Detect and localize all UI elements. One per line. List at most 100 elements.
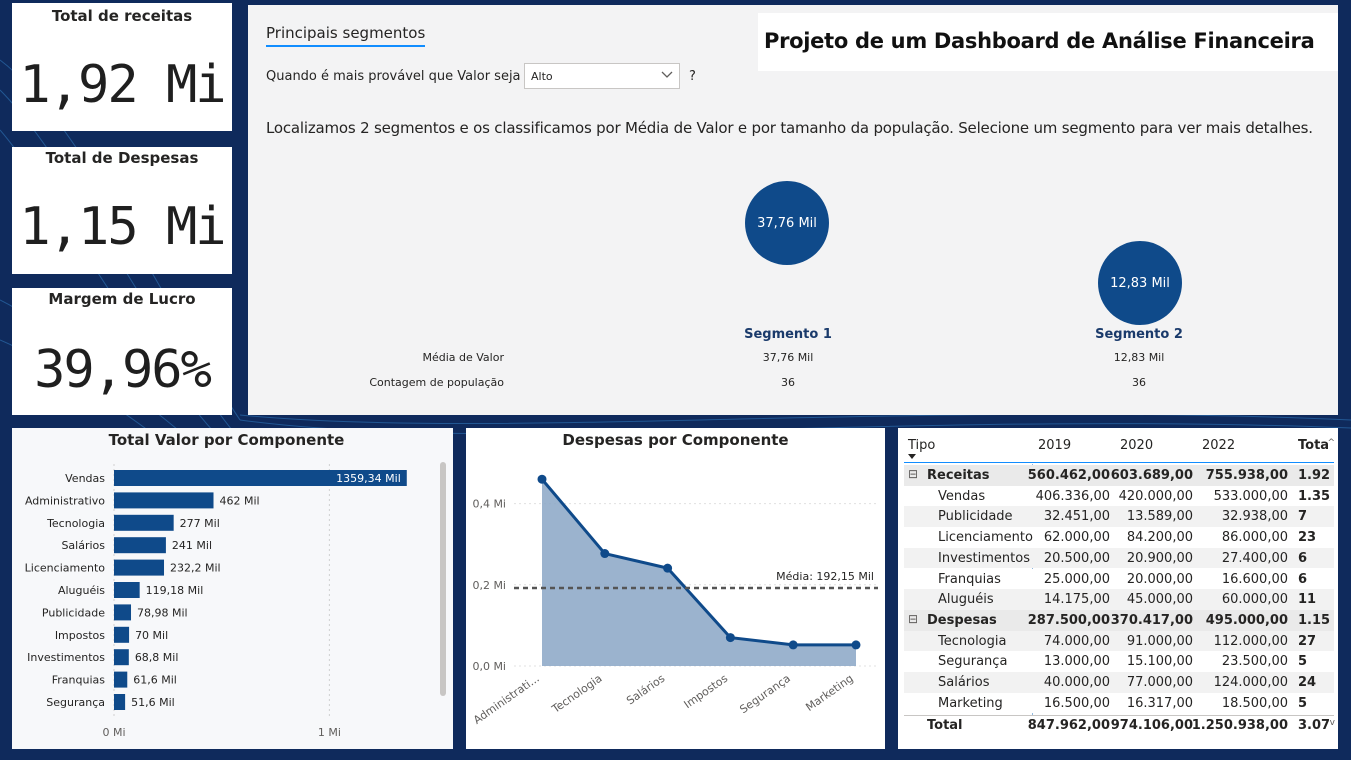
table-cell: 755.938,00 <box>1205 468 1288 483</box>
report-title: Projeto de um Dashboard de Análise Finan… <box>764 29 1315 53</box>
scrollbar-thumb[interactable] <box>440 462 446 696</box>
table-cell: 13.589,00 <box>1126 509 1193 525</box>
table-cell: 20.000,00 <box>1126 571 1193 587</box>
data-point <box>725 633 735 643</box>
scroll-up-icon[interactable]: ^ <box>1327 438 1335 448</box>
table-cell: 62.000,00 <box>1043 530 1110 546</box>
column-header: 2020 <box>1120 438 1154 453</box>
bar <box>114 492 214 509</box>
data-point <box>788 640 798 650</box>
table-cell: 15.100,00 <box>1126 654 1193 670</box>
table-cell: 16.317,00 <box>1126 695 1193 711</box>
row-label-contagem: Contagem de população <box>369 376 504 389</box>
total-cell: 3.07 <box>1298 718 1331 734</box>
kpi-value: 1,92 Mi <box>19 55 226 115</box>
data-label: 277 Mil <box>180 517 220 530</box>
table-cell: 24 <box>1298 675 1317 690</box>
table-cell: 45.000,00 <box>1126 592 1193 608</box>
table-cell: 13.000,00 <box>1043 654 1110 670</box>
table-cell: 1.35 <box>1298 488 1331 504</box>
kpi-title: Total de receitas <box>51 7 193 25</box>
row-label: Investimentos <box>938 550 1030 566</box>
data-label: 68,8 Mil <box>135 651 179 664</box>
segment-1-media: 37,76 Mil <box>762 351 814 364</box>
tab-principais-segmentos[interactable]: Principais segmentos <box>266 24 426 47</box>
table-cell: 27 <box>1298 633 1317 649</box>
segments-description: Localizamos 2 segmentos e os classificam… <box>266 119 1313 137</box>
scroll-down-icon[interactable]: v <box>1330 718 1335 728</box>
row-label: Salários <box>938 675 990 690</box>
table-cell: 23.500,00 <box>1221 654 1288 670</box>
segment-1-name[interactable]: Segmento 1 <box>728 327 848 342</box>
category-label: Tecnologia <box>46 517 105 530</box>
table-cell: 16.600,00 <box>1221 571 1288 587</box>
segment-1-contagem: 36 <box>781 376 795 389</box>
column-header: Tipo <box>908 438 936 453</box>
x-tick-label: Marketing <box>803 672 855 714</box>
y-tick-label: 0,2 Mi <box>472 579 506 592</box>
bar <box>114 582 140 598</box>
kpi-title: Margem de Lucro <box>48 290 196 308</box>
category-label: Impostos <box>55 629 105 642</box>
category-label: Vendas <box>65 472 105 485</box>
kpi-value: 1,15 Mi <box>19 197 226 257</box>
table-cell: 495.000,00 <box>1205 612 1288 628</box>
segment-2-bubble[interactable]: 12,83 Mil <box>1098 241 1182 325</box>
table-cell: 11 <box>1298 592 1317 608</box>
x-tick-label: 1 Mi <box>318 726 341 739</box>
segment-2-name[interactable]: Segmento 2 <box>1079 327 1199 342</box>
table-cell: 84.200,00 <box>1126 530 1193 546</box>
table-cell: 25.000,00 <box>1043 571 1110 587</box>
y-tick-label: 0,4 Mi <box>472 498 506 511</box>
table-cell: 1.15 <box>1298 612 1331 628</box>
row-label: Aluguéis <box>938 592 994 608</box>
column-header: 2019 <box>1038 438 1072 453</box>
total-label: Total <box>927 718 963 734</box>
category-label: Salários <box>61 539 105 552</box>
table-cell: 7 <box>1298 509 1308 525</box>
bar-chart-svg: 0 Mi 1 Mi Vendas 1359,34 Mil Administrativo 4… <box>25 464 407 739</box>
row-label: Receitas <box>927 468 990 483</box>
table-cell: 5 <box>1298 654 1308 670</box>
row-label-media: Média de Valor <box>422 351 504 364</box>
x-tick-label: Impostos <box>682 672 731 712</box>
bar-chart-panel[interactable]: Total Valor por Componente 0 Mi 1 Mi Venda… <box>12 428 453 749</box>
data-label: 241 Mil <box>172 539 212 552</box>
table-cell: 86.000,00 <box>1221 530 1288 546</box>
row-label: Publicidade <box>938 509 1013 525</box>
matrix-panel[interactable]: Tipo 2019 2020 2022 Tota ⊟ Receitas 560.462,00 6… <box>898 428 1338 749</box>
table-cell: 27.400,00 <box>1221 550 1288 566</box>
help-mark: ? <box>689 69 696 84</box>
table-cell: 60.000,00 <box>1221 592 1288 608</box>
kpi-value: 39,96% <box>34 340 212 400</box>
segment-2-media: 12,83 Mil <box>1113 351 1165 364</box>
area-chart-panel[interactable]: Despesas por Componente 0,0 Mi 0,2 Mi 0,4 … <box>466 428 885 749</box>
sort-caret-icon[interactable] <box>908 454 916 459</box>
total-cell: 974.106,00 <box>1110 718 1193 734</box>
total-divider <box>904 715 1334 717</box>
kpi-card-despesas[interactable]: Total de Despesas 1,15 Mi <box>12 147 232 274</box>
kpi-card-receitas[interactable]: Total de receitas 1,92 Mi <box>12 3 232 131</box>
table-cell: 603.689,00 <box>1110 468 1193 483</box>
kpi-card-margem[interactable]: Margem de Lucro 39,96% <box>12 288 232 415</box>
table-cell: 124.000,00 <box>1213 675 1288 690</box>
data-point <box>537 474 547 484</box>
data-point <box>600 549 610 559</box>
bar <box>114 626 130 643</box>
segment-1-bubble[interactable]: 37,76 Mil <box>745 181 829 265</box>
bar <box>114 514 174 531</box>
row-label: Marketing <box>938 695 1003 711</box>
data-label: 119,18 Mil <box>146 584 204 597</box>
x-tick-label: Salários <box>624 672 667 708</box>
column-header: Tota <box>1298 438 1330 453</box>
table-cell: 91.000,00 <box>1126 633 1193 649</box>
table-cell: 1.92 <box>1298 468 1331 483</box>
value-dropdown[interactable]: Alto <box>524 63 680 89</box>
data-label: 78,98 Mil <box>137 606 188 619</box>
table-cell: 74.000,00 <box>1043 633 1110 649</box>
row-label: Vendas <box>938 488 986 504</box>
bar <box>114 694 126 710</box>
table-cell: 16.500,00 <box>1043 695 1110 711</box>
bubble-label: 12,83 Mil <box>1110 275 1170 291</box>
segments-content: Localizamos 2 segmentos e os classificam… <box>248 105 1338 415</box>
